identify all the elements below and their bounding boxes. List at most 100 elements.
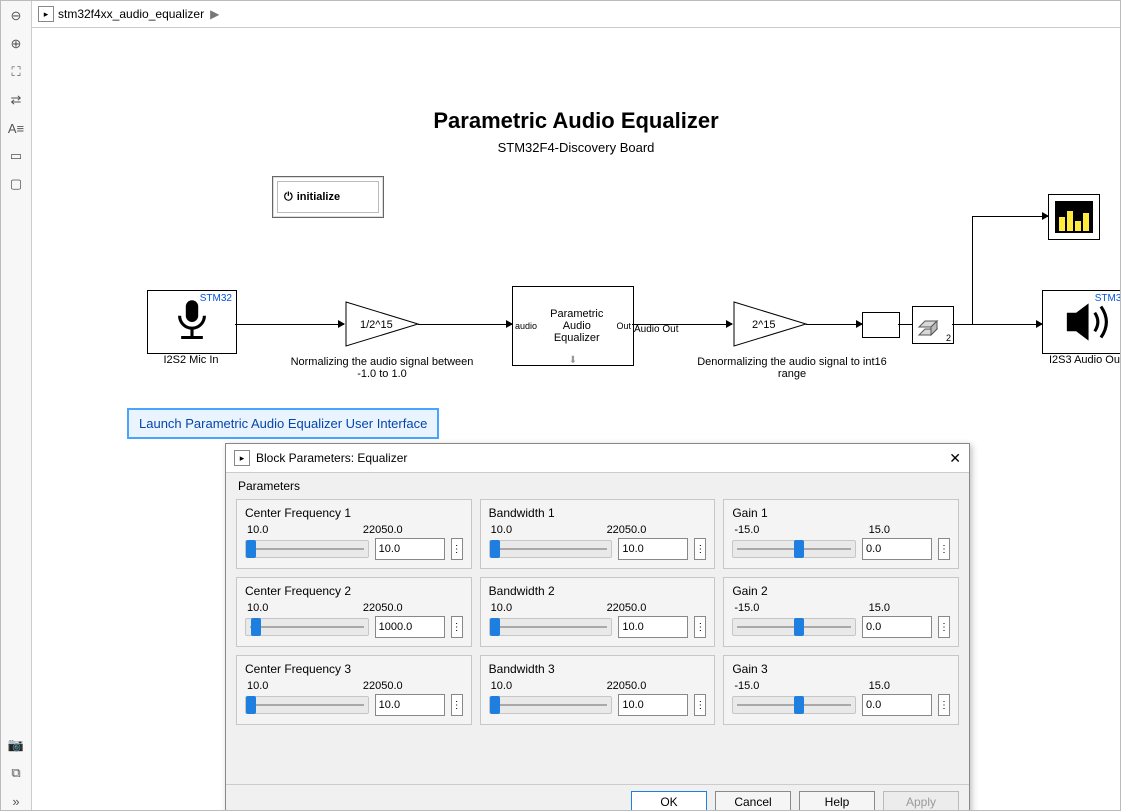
param-slider[interactable] [732, 540, 856, 558]
param-name: Bandwidth 1 [489, 506, 707, 520]
mic-in-block[interactable]: STM32 [147, 290, 237, 354]
buffer-block[interactable]: 2 [912, 306, 954, 344]
param-cell: Gain 2-15.015.0⋮ [723, 577, 959, 647]
param-max: 15.0 [869, 680, 890, 692]
param-cell: Center Frequency 210.022050.0⋮ [236, 577, 472, 647]
param-slider[interactable] [732, 696, 856, 714]
gain-normalize-block[interactable]: 1/2^15 [344, 300, 420, 348]
cancel-button[interactable]: Cancel [715, 791, 791, 810]
param-value-input[interactable] [862, 616, 932, 638]
convert-block[interactable] [862, 312, 900, 338]
eq-out-port: Out [616, 321, 631, 331]
param-value-input[interactable] [375, 694, 445, 716]
param-slider[interactable] [489, 696, 613, 714]
param-value-input[interactable] [618, 616, 688, 638]
block-parameters-dialog: ▸ Block Parameters: Equalizer ✕ Paramete… [225, 443, 970, 810]
fit-to-view-icon[interactable]: ⛶ [7, 63, 25, 81]
gain2-label: Denormalizing the audio signal to int16 … [692, 356, 892, 380]
initialize-label: initialize [297, 191, 340, 203]
param-more-button[interactable]: ⋮ [938, 694, 950, 716]
gain-denormalize-block[interactable]: 2^15 [732, 300, 808, 348]
param-name: Bandwidth 3 [489, 662, 707, 676]
params-section-title: Parameters [238, 479, 959, 493]
nav-back-icon[interactable]: ⊖ [7, 7, 25, 25]
audio-out-block[interactable]: STM32 [1042, 290, 1120, 354]
equalizer-subsystem[interactable]: audio Parametric Audio Equalizer Out ⬇ [512, 286, 634, 366]
param-max: 22050.0 [607, 602, 647, 614]
help-button[interactable]: Help [799, 791, 875, 810]
ok-button[interactable]: OK [631, 791, 707, 810]
dialog-title: Block Parameters: Equalizer [256, 451, 407, 465]
param-slider[interactable] [732, 618, 856, 636]
canvas[interactable]: Parametric Audio Equalizer STM32F4-Disco… [32, 28, 1120, 810]
param-max: 22050.0 [607, 680, 647, 692]
param-min: -15.0 [734, 524, 759, 536]
param-more-button[interactable]: ⋮ [451, 616, 463, 638]
param-name: Gain 1 [732, 506, 950, 520]
param-name: Bandwidth 2 [489, 584, 707, 598]
param-name: Gain 3 [732, 662, 950, 676]
screenshot-icon[interactable]: 📷 [7, 736, 25, 754]
param-max: 22050.0 [363, 602, 403, 614]
param-value-input[interactable] [618, 694, 688, 716]
param-min: 10.0 [247, 680, 268, 692]
close-icon[interactable]: ✕ [949, 450, 961, 467]
param-slider[interactable] [245, 618, 369, 636]
param-min: 10.0 [491, 524, 512, 536]
param-cell: Gain 3 -15.0 15.0 ⋮ [723, 655, 959, 725]
scope-block[interactable] [1048, 194, 1100, 240]
param-max: 22050.0 [363, 680, 403, 692]
power-icon: ⏻ [284, 191, 293, 204]
param-min: 10.0 [491, 602, 512, 614]
down-arrow-icon: ⬇ [569, 355, 577, 366]
zoom-in-icon[interactable]: ⊕ [7, 35, 25, 53]
gain2-text: 2^15 [752, 319, 776, 331]
model-info-icon[interactable]: ⧉ [7, 764, 25, 782]
image-icon[interactable]: ▭ [7, 147, 25, 165]
param-slider[interactable] [245, 696, 369, 714]
param-cell: Gain 1 -15.0 15.0 ⋮ [723, 499, 959, 569]
launch-ui-link[interactable]: Launch Parametric Audio Equalizer User I… [127, 408, 439, 439]
param-more-button[interactable]: ⋮ [451, 694, 463, 716]
expand-icon[interactable]: » [7, 792, 25, 810]
param-max: 15.0 [869, 524, 890, 536]
annotation-icon[interactable]: A≡ [7, 119, 25, 137]
param-value-input[interactable] [375, 616, 445, 638]
param-name: Center Frequency 3 [245, 662, 463, 676]
param-more-button[interactable]: ⋮ [694, 538, 706, 560]
area-icon[interactable]: ▢ [7, 175, 25, 193]
swap-icon[interactable]: ⇄ [7, 91, 25, 109]
param-min: 10.0 [247, 524, 268, 536]
param-more-button[interactable]: ⋮ [694, 616, 706, 638]
param-min: -15.0 [734, 680, 759, 692]
param-max: 22050.0 [363, 524, 403, 536]
param-more-button[interactable]: ⋮ [451, 538, 463, 560]
left-toolbar: ⊖ ⊕ ⛶ ⇄ A≡ ▭ ▢ 📷 ⧉ » [1, 1, 32, 810]
param-name: Gain 2 [732, 584, 950, 598]
param-value-input[interactable] [862, 538, 932, 560]
param-max: 22050.0 [607, 524, 647, 536]
breadcrumb-model[interactable]: stm32f4xx_audio_equalizer [58, 7, 204, 21]
param-min: 10.0 [247, 602, 268, 614]
param-min: -15.0 [734, 602, 759, 614]
eq-title: Parametric Audio Equalizer [537, 308, 616, 344]
param-more-button[interactable]: ⋮ [694, 694, 706, 716]
param-value-input[interactable] [375, 538, 445, 560]
param-value-input[interactable] [862, 694, 932, 716]
param-slider[interactable] [489, 618, 613, 636]
model-icon: ▸ [38, 6, 54, 22]
speaker-label: I2S3 Audio Out [1042, 354, 1120, 366]
param-more-button[interactable]: ⋮ [938, 538, 950, 560]
param-min: 10.0 [491, 680, 512, 692]
param-value-input[interactable] [618, 538, 688, 560]
eq-in-port: audio [515, 321, 537, 331]
dialog-icon: ▸ [234, 450, 250, 466]
initialize-block[interactable]: ⏻ initialize [272, 176, 384, 218]
param-slider[interactable] [489, 540, 613, 558]
param-more-button[interactable]: ⋮ [938, 616, 950, 638]
speaker-badge: STM32 [1095, 293, 1120, 304]
apply-button: Apply [883, 791, 959, 810]
diagram-title: Parametric Audio Equalizer [32, 108, 1120, 134]
param-slider[interactable] [245, 540, 369, 558]
param-cell: Bandwidth 1 10.0 22050.0 ⋮ [480, 499, 716, 569]
